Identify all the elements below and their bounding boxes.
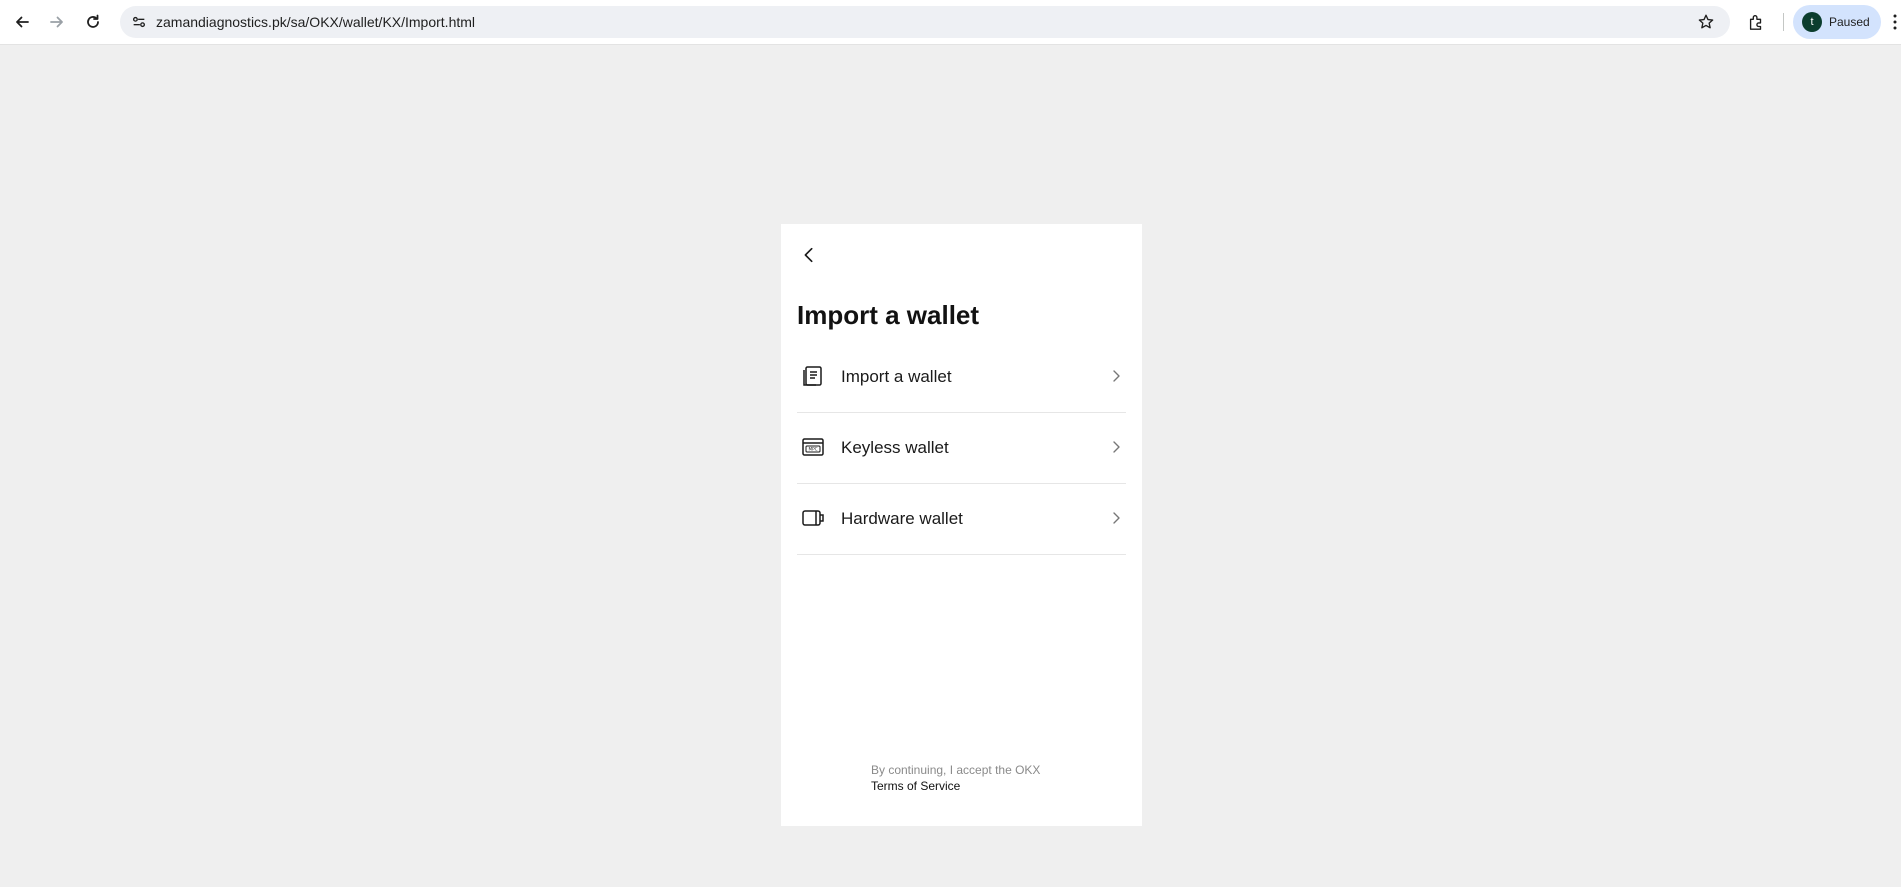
import-wallet-icon bbox=[803, 366, 822, 386]
url-text[interactable]: zamandiagnostics.pk/sa/OKX/wallet/KX/Imp… bbox=[156, 14, 475, 30]
option-label: Keyless wallet bbox=[841, 438, 949, 457]
star-icon bbox=[1698, 14, 1714, 29]
address-bar[interactable]: zamandiagnostics.pk/sa/OKX/wallet/KX/Imp… bbox=[120, 6, 1730, 38]
browser-toolbar: zamandiagnostics.pk/sa/OKX/wallet/KX/Imp… bbox=[0, 0, 1901, 45]
profile-status: Paused bbox=[1829, 15, 1870, 29]
forward-button[interactable] bbox=[44, 9, 70, 35]
terms-notice: By continuing, I accept the OKX Terms of… bbox=[871, 762, 1071, 794]
extensions-icon bbox=[1749, 15, 1762, 30]
mpc-icon-text: MPC bbox=[808, 447, 817, 452]
chevron-right-icon bbox=[1113, 512, 1120, 524]
import-wallet-card: Import a wallet Import a wallet MPC Keyl… bbox=[781, 224, 1142, 826]
chevron-right-icon bbox=[1113, 370, 1120, 382]
bookmark-star-button[interactable] bbox=[1696, 12, 1716, 32]
option-label: Hardware wallet bbox=[841, 509, 963, 528]
extensions-button[interactable] bbox=[1743, 9, 1769, 35]
card-back-button[interactable] bbox=[796, 242, 822, 268]
reload-icon bbox=[87, 14, 99, 28]
toolbar-separator bbox=[1783, 13, 1784, 31]
terms-notice-text: By continuing, I accept the OKX bbox=[871, 763, 1041, 777]
option-keyless-wallet[interactable]: MPC Keyless wallet bbox=[797, 413, 1126, 484]
option-label: Import a wallet bbox=[841, 367, 952, 386]
chevron-left-icon bbox=[804, 247, 813, 263]
page-title: Import a wallet bbox=[797, 300, 980, 330]
site-info-icon[interactable] bbox=[130, 13, 148, 31]
mpc-keyless-icon: MPC bbox=[802, 438, 824, 456]
back-arrow-icon bbox=[16, 16, 29, 28]
avatar: t bbox=[1802, 12, 1822, 32]
wallet-option-list: Import a wallet MPC Keyless wallet Hardw… bbox=[797, 342, 1126, 555]
forward-arrow-icon bbox=[50, 16, 63, 28]
option-import-wallet[interactable]: Import a wallet bbox=[797, 342, 1126, 413]
chevron-right-icon bbox=[1113, 441, 1120, 453]
reload-button[interactable] bbox=[80, 9, 106, 35]
profile-button[interactable]: t Paused bbox=[1793, 5, 1881, 39]
hardware-wallet-icon bbox=[802, 510, 824, 526]
more-menu-icon[interactable] bbox=[1892, 12, 1898, 32]
terms-of-service-link[interactable]: Terms of Service bbox=[871, 778, 1071, 794]
back-button[interactable] bbox=[9, 9, 35, 35]
option-hardware-wallet[interactable]: Hardware wallet bbox=[797, 484, 1126, 555]
